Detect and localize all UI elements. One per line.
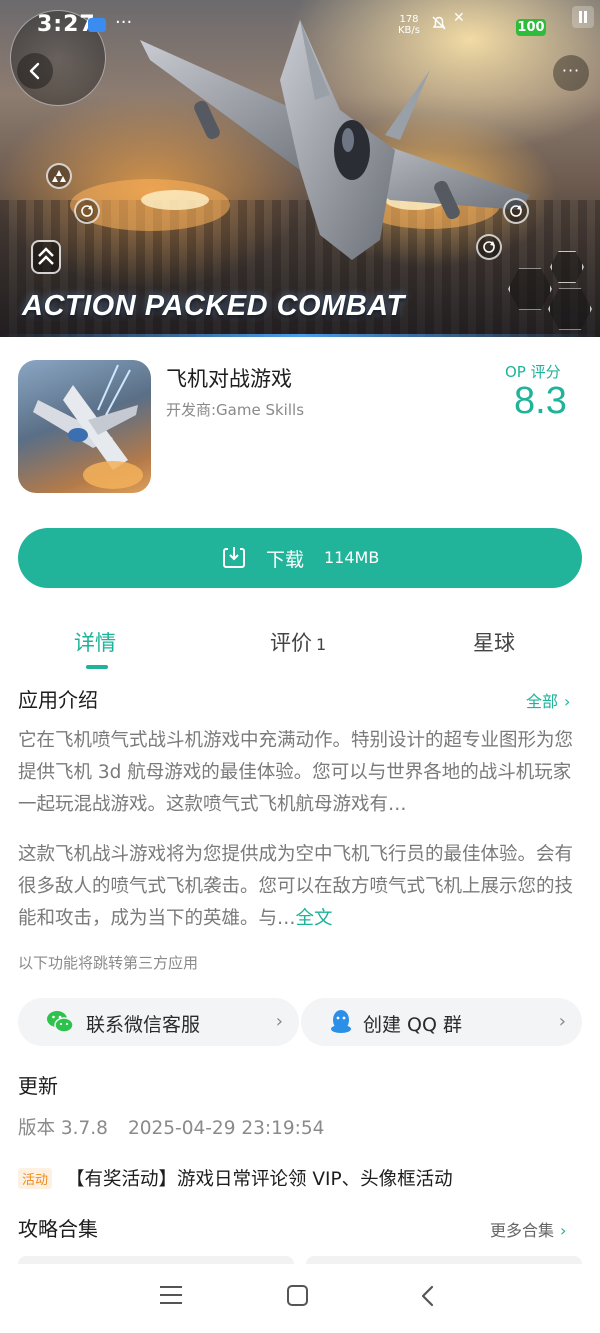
back-button[interactable]: [17, 53, 53, 89]
version-number: 版本 3.7.8: [18, 1118, 108, 1139]
network-speed-value: 178: [399, 14, 419, 25]
chevron-right-icon: ›: [558, 1011, 566, 1032]
rating-score: 8.3: [514, 380, 567, 422]
guides-title: 攻略合集: [18, 1217, 98, 1241]
download-label: 下载: [266, 549, 305, 571]
banner-glow-line: [0, 334, 600, 337]
see-all-link[interactable]: 全部 ›: [526, 688, 570, 712]
reload-icon: [476, 234, 502, 260]
event-link[interactable]: 【有奖活动】游戏日常评论领 VIP、头像框活动: [66, 1165, 453, 1191]
chevron-left-icon: [29, 62, 40, 80]
tab-details[interactable]: 详情: [74, 627, 116, 657]
third-party-note: 以下功能将跳转第三方应用: [18, 954, 199, 972]
download-button[interactable]: 下载 114MB: [18, 528, 582, 588]
event-badge: 活动: [18, 1168, 53, 1189]
chevron-right-icon: ›: [275, 1011, 283, 1032]
wechat-support-label: 联系微信客服: [86, 1014, 201, 1036]
more-options-button[interactable]: ···: [553, 55, 589, 91]
hero-banner: 3:27 ··· 178 KB/s ✕ 100 ··· ACTION PACKE…: [0, 0, 600, 337]
rotate-icon: [74, 198, 100, 224]
tab-reviews[interactable]: 评价 1: [270, 627, 326, 657]
intro-title: 应用介绍: [18, 688, 98, 712]
see-all-label: 全部: [526, 692, 559, 711]
rotate-right-icon: [503, 198, 529, 224]
formation-icon: [46, 163, 72, 189]
create-qq-group-label: 创建 QQ 群: [363, 1014, 462, 1036]
jet-app-icon: [33, 364, 143, 489]
full-text-link[interactable]: 全文: [296, 908, 333, 929]
more-notifications-icon: ···: [115, 12, 133, 33]
network-speed-unit: KB/s: [398, 25, 420, 36]
active-tab-indicator: [86, 665, 108, 669]
recent-apps-button[interactable]: [160, 1286, 182, 1306]
battery-indicator: 100: [516, 19, 546, 36]
mute-bell-icon: [432, 16, 446, 30]
app-developer[interactable]: 开发商:Game Skills: [166, 399, 304, 420]
app-name: 飞机对战游戏: [166, 367, 292, 391]
version-info: 版本 3.7.8 2025-04-29 23:19:54: [18, 1114, 324, 1140]
intro-paragraph-1: 它在飞机喷气式战斗机游戏中充满动作。特别设计的超专业图形为您提供飞机 3d 航母…: [18, 730, 574, 815]
wechat-support-button[interactable]: 联系微信客服 ›: [18, 998, 299, 1046]
banner-title: ACTION PACKED COMBAT: [22, 290, 405, 322]
rating-label: OP 评分: [505, 363, 561, 381]
close-status-icon: ✕: [453, 10, 465, 26]
tab-reviews-count: 1: [316, 635, 327, 654]
message-notification-icon: [88, 18, 106, 32]
more-collections-link[interactable]: 更多合集 ›: [490, 1217, 566, 1241]
wechat-icon: [47, 1011, 74, 1033]
home-button[interactable]: [287, 1285, 308, 1306]
update-title: 更新: [18, 1074, 58, 1098]
qq-icon: [331, 1010, 351, 1033]
update-date: 2025-04-29 23:19:54: [127, 1118, 325, 1139]
intro-paragraph-2: 这款飞机战斗游戏将为您提供成为空中飞机飞行员的最佳体验。会有很多敌人的喷气式飞机…: [18, 839, 584, 935]
system-back-button[interactable]: [418, 1284, 438, 1308]
tab-details-label: 详情: [74, 631, 116, 655]
download-size: 114MB: [324, 548, 380, 567]
more-collections-label: 更多合集: [490, 1221, 555, 1240]
chevron-right-icon: ›: [564, 692, 571, 711]
tab-planet[interactable]: 星球: [473, 627, 515, 657]
tab-reviews-label: 评价: [270, 631, 312, 655]
download-icon: [223, 547, 245, 568]
system-navigation-bar: [0, 1264, 600, 1333]
pause-icon[interactable]: [572, 6, 594, 28]
create-qq-group-button[interactable]: 创建 QQ 群 ›: [301, 998, 582, 1046]
boost-up-icon: [31, 240, 61, 274]
network-speed: 178 KB/s: [398, 14, 420, 36]
tab-planet-label: 星球: [473, 631, 515, 655]
status-time: 3:27: [37, 12, 96, 37]
app-icon: [18, 360, 151, 493]
chevron-right-icon: ›: [560, 1221, 567, 1240]
